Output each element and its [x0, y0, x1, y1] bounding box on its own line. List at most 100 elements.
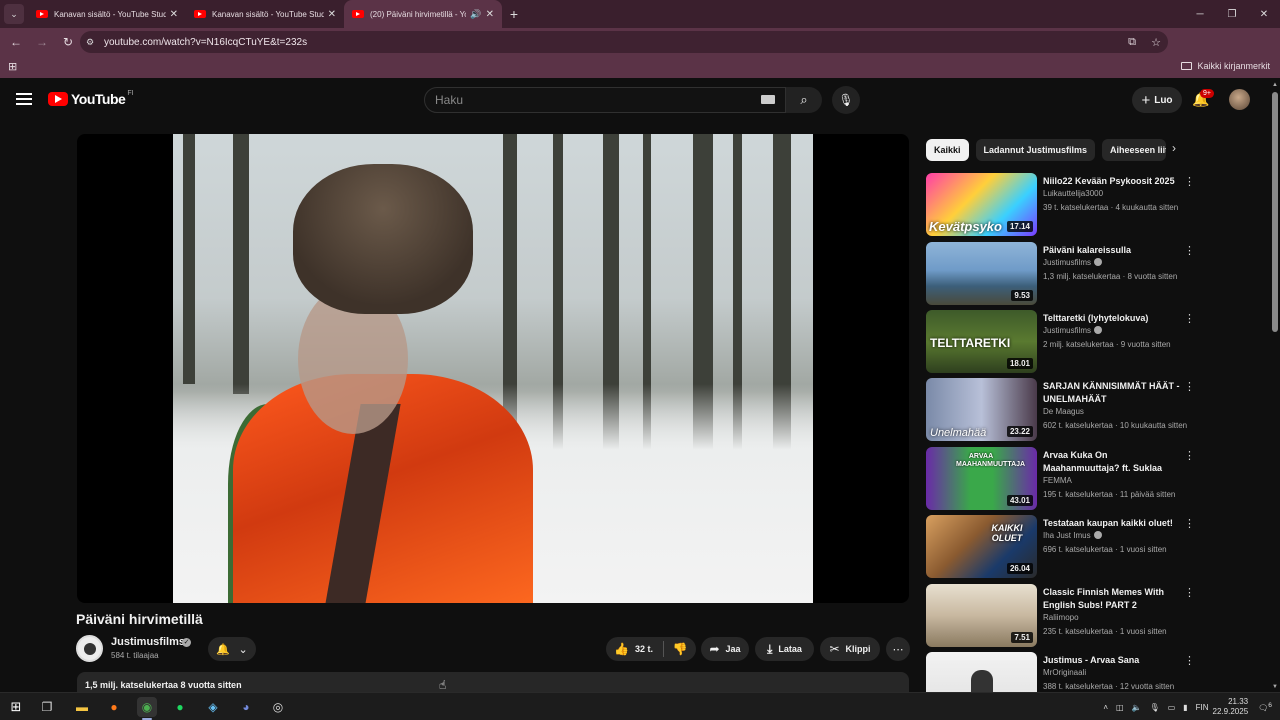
clip-button[interactable]: ✂ Klippi	[820, 637, 880, 661]
search-input[interactable]: Haku	[424, 87, 786, 113]
address-bar-row: ← → ↻ ⚙ youtube.com/watch?v=N16IcqCTuYE&…	[0, 28, 1280, 77]
more-options-icon[interactable]: ⋮	[1184, 175, 1195, 188]
close-window-icon[interactable]: ✕	[1248, 0, 1280, 28]
cast-icon[interactable]: ⧉	[1120, 36, 1144, 49]
more-options-icon[interactable]: ⋮	[1184, 380, 1195, 393]
steam-icon[interactable]: ◈	[203, 697, 223, 717]
reload-icon[interactable]: ↻	[56, 30, 80, 54]
site-info-icon[interactable]: ⚙	[86, 37, 100, 48]
thumbs-up-icon: 👍	[614, 642, 629, 656]
like-button[interactable]: 👍 32 t.	[606, 641, 664, 657]
scroll-down-arrow-icon[interactable]: ▼	[1272, 684, 1278, 690]
related-video[interactable]: Unelmahää 23.22 SARJAN KÄNNISIMMÄT HÄÄT …	[926, 378, 1266, 442]
channel-avatar[interactable]	[76, 635, 103, 662]
bookmark-star-icon[interactable]: ☆	[1144, 36, 1168, 49]
thumbnail-text: TELTTARETKI	[930, 336, 1011, 350]
channel-name: FEMMA	[1043, 476, 1072, 485]
voice-search-mic-icon[interactable]: 🎙	[832, 86, 860, 114]
channel-name[interactable]: Justimusfilms	[111, 636, 185, 648]
youtube-logo[interactable]: YouTube FI	[48, 90, 134, 107]
thumbnail[interactable]: ARVAA MAAHANMUUTTAJA 43.01	[926, 447, 1037, 510]
page-scrollbar[interactable]: ▲ ▼	[1270, 80, 1280, 692]
scroll-up-arrow-icon[interactable]: ▲	[1272, 82, 1278, 88]
chip-related[interactable]: Aiheeseen liittyvät	[1102, 139, 1167, 161]
tray-app-icon[interactable]: ◫	[1116, 703, 1124, 712]
language-indicator[interactable]: FIN	[1196, 703, 1209, 712]
related-video[interactable]: Kevätpsyko 17.14 Niilo22 Kevään Psykoosi…	[926, 173, 1266, 237]
related-video[interactable]: 7.51 Classic Finnish Memes With English …	[926, 584, 1266, 648]
browser-tab-3-active[interactable]: (20) Päiväni hirvimetillä - YouTube 🔊 ✕	[344, 0, 502, 28]
thumbnail[interactable]: 7.51	[926, 584, 1037, 647]
related-video[interactable]: KAIKKI OLUET 26.04 Testataan kaupan kaik…	[926, 515, 1266, 579]
file-explorer-icon[interactable]: ▬	[72, 697, 92, 717]
more-options-icon[interactable]: ⋮	[1184, 449, 1195, 462]
more-options-icon[interactable]: ⋮	[1184, 586, 1195, 599]
battery-icon[interactable]: ▮	[1183, 703, 1187, 712]
minimize-icon[interactable]: ─	[1184, 0, 1216, 28]
chip-uploaded-by[interactable]: Ladannut Justimusfilms	[975, 139, 1096, 161]
thumbnail[interactable]: TELTTARETKI 18.01	[926, 310, 1037, 373]
chrome-icon[interactable]: ◉	[137, 697, 157, 717]
folder-icon	[1181, 62, 1193, 70]
task-view-icon[interactable]: ❐	[37, 697, 57, 717]
all-bookmarks-label: Kaikki kirjanmerkit	[1197, 61, 1270, 71]
scrollbar-thumb[interactable]	[1272, 92, 1278, 332]
obs-icon[interactable]: ◎	[268, 697, 288, 717]
more-options-icon[interactable]: ⋮	[1184, 517, 1195, 530]
more-options-icon[interactable]: ⋮	[1184, 654, 1195, 667]
youtube-favicon-icon	[36, 10, 48, 18]
back-arrow-icon[interactable]: ←	[4, 30, 28, 54]
channel-name: Iha Just Imus	[1043, 531, 1102, 540]
thumbnail[interactable]: Unelmahää 23.22	[926, 378, 1037, 441]
windows-start-icon[interactable]: ⊞	[6, 697, 26, 717]
firefox-icon[interactable]: ●	[104, 697, 124, 717]
tab-search-chevron-icon[interactable]: ⌄	[4, 4, 24, 24]
thumbnail[interactable]: 9.53	[926, 242, 1037, 305]
clock[interactable]: 21.33 22.9.2025	[1213, 697, 1249, 717]
keyboard-icon[interactable]	[761, 95, 775, 104]
duration: 23.22	[1006, 426, 1033, 437]
discord-icon[interactable]: ◕	[236, 697, 256, 717]
download-button[interactable]: ⤓ Lataa	[755, 637, 814, 661]
video-player[interactable]	[77, 134, 909, 603]
omnibox[interactable]: ⚙ youtube.com/watch?v=N16IcqCTuYE&t=232s…	[80, 31, 1168, 53]
mic-tray-icon[interactable]: 🎙	[1150, 703, 1160, 712]
tab-audio-icon[interactable]: 🔊	[470, 9, 481, 20]
video-meta: 235 t. katselukertaa · 1 vuosi sitten	[1043, 627, 1167, 636]
account-avatar[interactable]	[1229, 89, 1250, 110]
create-button[interactable]: + Luo	[1132, 87, 1182, 113]
new-tab-button[interactable]: +	[502, 6, 526, 22]
related-video[interactable]: 9.53 Päiväni kalareissulla Justimusfilms…	[926, 242, 1266, 306]
share-button[interactable]: ➦ Jaa	[701, 637, 749, 661]
notification-center-icon[interactable]: 🗨6	[1258, 702, 1272, 713]
browser-tab-2[interactable]: Kanavan sisältö - YouTube Studio ✕	[186, 0, 344, 28]
related-video[interactable]: ARVAA MAAHANMUUTTAJA 43.01 Arvaa Kuka On…	[926, 447, 1266, 511]
url-text[interactable]: youtube.com/watch?v=N16IcqCTuYE&t=232s	[104, 37, 307, 48]
chevron-right-icon[interactable]: ›	[1172, 141, 1176, 155]
forward-arrow-icon[interactable]: →	[30, 30, 54, 54]
hamburger-menu-icon[interactable]	[16, 93, 32, 105]
video-frame[interactable]	[173, 134, 813, 603]
volume-icon[interactable]: 🔈	[1132, 703, 1142, 712]
thumbnail[interactable]: KAIKKI OLUET 26.04	[926, 515, 1037, 578]
tray-expand-icon[interactable]: ˄	[1103, 703, 1108, 712]
apps-grid-icon[interactable]: ⊞	[8, 60, 17, 73]
more-options-icon[interactable]: ⋮	[1184, 244, 1195, 257]
tab-close-icon[interactable]: ✕	[486, 9, 494, 20]
related-filter-chips: Kaikki Ladannut Justimusfilms Aiheeseen …	[926, 139, 1192, 161]
more-options-icon[interactable]: ⋮	[1184, 312, 1195, 325]
search-button[interactable]: ⌕	[786, 87, 822, 113]
network-icon[interactable]: ▭	[1168, 703, 1176, 712]
browser-tab-1[interactable]: Kanavan sisältö - YouTube Studio ✕	[28, 0, 186, 28]
chip-all[interactable]: Kaikki	[926, 139, 969, 161]
all-bookmarks-button[interactable]: Kaikki kirjanmerkit	[1181, 61, 1270, 71]
restore-icon[interactable]: ❐	[1216, 0, 1248, 28]
tab-close-icon[interactable]: ✕	[170, 9, 178, 20]
thumbnail[interactable]: Kevätpsyko 17.14	[926, 173, 1037, 236]
more-actions-icon[interactable]: ⋯	[886, 637, 910, 661]
tab-close-icon[interactable]: ✕	[328, 9, 336, 20]
subscription-bell-button[interactable]: 🔔 ⌄	[208, 637, 256, 661]
spotify-icon[interactable]: ●	[170, 697, 190, 717]
dislike-button[interactable]: 👎	[664, 642, 696, 656]
related-video[interactable]: TELTTARETKI 18.01 Telttaretki (lyhytelok…	[926, 310, 1266, 374]
